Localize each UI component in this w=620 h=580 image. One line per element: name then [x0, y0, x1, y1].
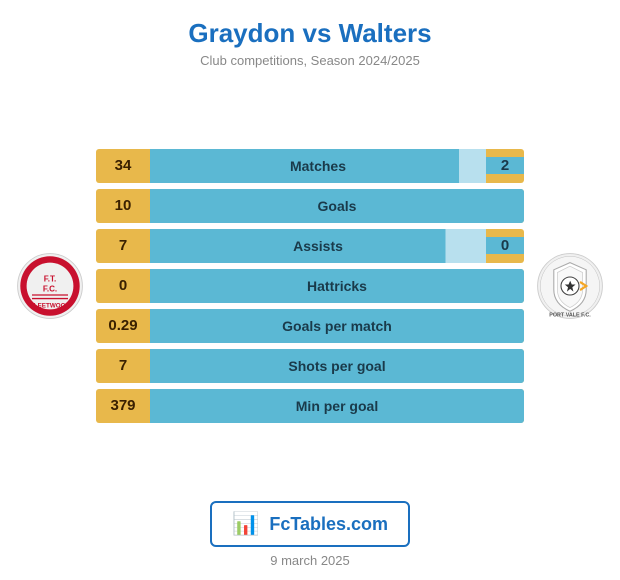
- page-container: Graydon vs Walters Club competitions, Se…: [0, 0, 620, 580]
- stat-label-area: Goals: [150, 189, 524, 223]
- stat-left-value: 379: [96, 397, 150, 414]
- stat-label-area: Hattricks: [150, 269, 524, 303]
- page-title: Graydon vs Walters: [188, 18, 431, 49]
- stat-right-value: 2: [486, 157, 524, 174]
- main-area: F.T. F.C. FLEETWOOD 34 Matches 2 10 Goals 7 As…: [0, 72, 620, 489]
- fctables-text: FcTables.com: [269, 514, 388, 535]
- stat-label: Goals: [318, 198, 357, 214]
- stat-right-value: 0: [486, 237, 524, 254]
- stat-left-value: 0: [96, 277, 150, 294]
- right-team-logo: PORT VALE F.C.: [530, 250, 610, 322]
- fctables-icon: 📊: [232, 511, 259, 537]
- svg-text:F.T.: F.T.: [44, 274, 57, 283]
- stat-label: Goals per match: [282, 318, 392, 334]
- stat-label-area: Matches: [150, 149, 486, 183]
- page-subtitle: Club competitions, Season 2024/2025: [188, 53, 431, 68]
- stat-row-hattricks: 0 Hattricks: [96, 269, 524, 303]
- stat-label: Assists: [293, 238, 343, 254]
- stat-row-assists: 7 Assists 0: [96, 229, 524, 263]
- stat-label-area: Assists: [150, 229, 486, 263]
- stat-label-area: Min per goal: [150, 389, 524, 423]
- stat-row-shots-per-goal: 7 Shots per goal: [96, 349, 524, 383]
- stat-row-matches: 34 Matches 2: [96, 149, 524, 183]
- stat-label: Hattricks: [307, 278, 367, 294]
- header: Graydon vs Walters Club competitions, Se…: [188, 0, 431, 72]
- stat-left-value: 7: [96, 237, 150, 254]
- stat-label-area: Shots per goal: [150, 349, 524, 383]
- stats-area: 34 Matches 2 10 Goals 7 Assists 0 0 Hattricks 0.29…: [90, 149, 530, 423]
- left-team-logo: F.T. F.C. FLEETWOOD: [10, 250, 90, 322]
- stat-left-value: 7: [96, 357, 150, 374]
- footer-date: 9 march 2025: [270, 553, 350, 568]
- stat-label: Matches: [290, 158, 346, 174]
- svg-text:F.C.: F.C.: [43, 284, 57, 293]
- stat-left-value: 34: [96, 157, 150, 174]
- svg-text:FLEETWOOD: FLEETWOOD: [30, 302, 71, 309]
- stat-left-value: 10: [96, 197, 150, 214]
- stat-left-value: 0.29: [96, 317, 150, 334]
- stat-label: Min per goal: [296, 398, 378, 414]
- fctables-banner[interactable]: 📊 FcTables.com: [210, 501, 410, 547]
- stat-label: Shots per goal: [288, 358, 385, 374]
- svg-text:PORT VALE F.C.: PORT VALE F.C.: [549, 312, 591, 318]
- stat-label-area: Goals per match: [150, 309, 524, 343]
- stat-row-min-per-goal: 379 Min per goal: [96, 389, 524, 423]
- stat-row-goals-per-match: 0.29 Goals per match: [96, 309, 524, 343]
- stat-row-goals: 10 Goals: [96, 189, 524, 223]
